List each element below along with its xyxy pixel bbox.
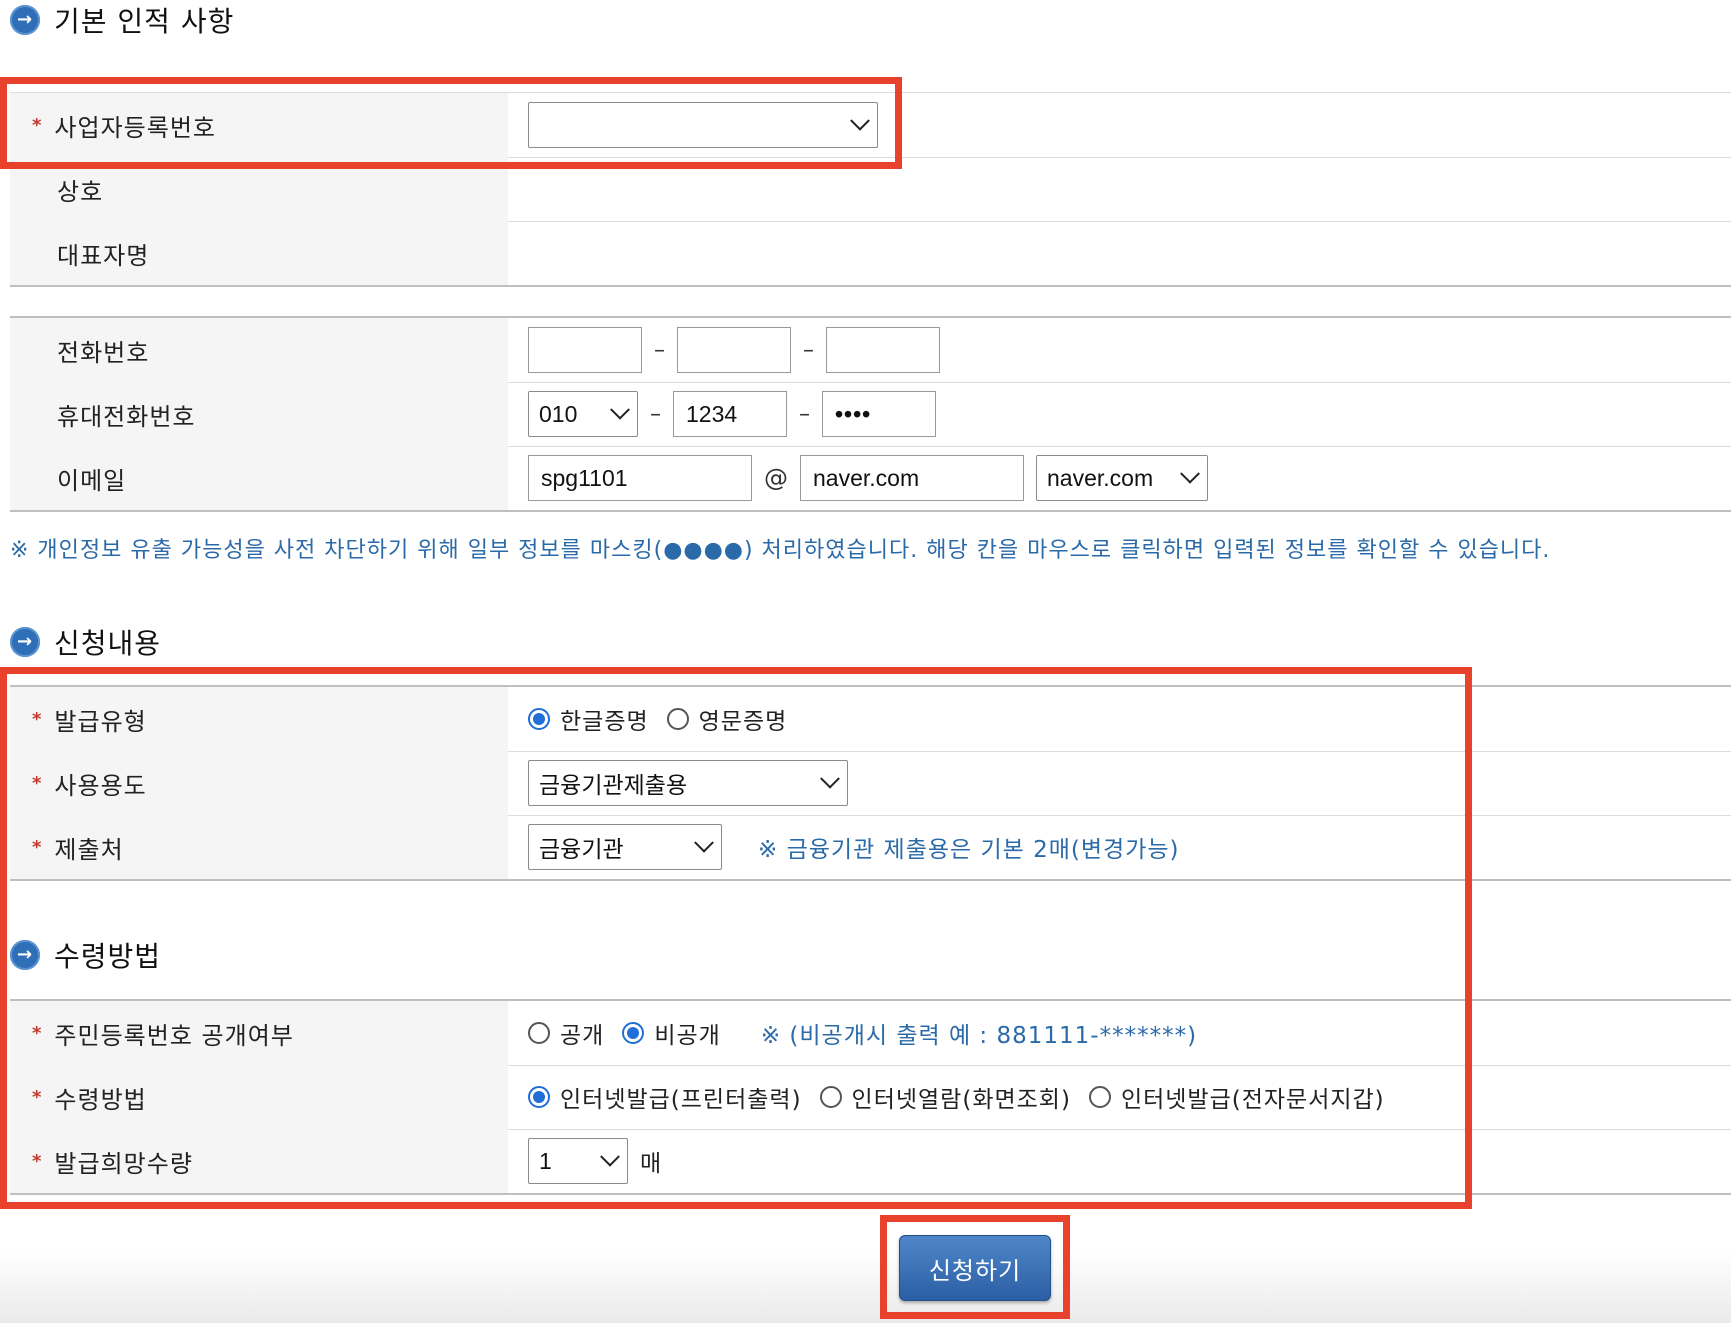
chevron-down-icon <box>1180 463 1200 484</box>
chevron-down-icon <box>610 399 630 420</box>
arrow-circle-icon <box>10 627 40 657</box>
section-basic-title: 기본 인적 사항 <box>10 0 234 40</box>
privacy-note: ※ 개인정보 유출 가능성을 사전 차단하기 위해 일부 정보를 마스킹(●●●… <box>10 538 1551 563</box>
bottom-shadow <box>0 1250 1731 1323</box>
email-at-sign: @ <box>764 464 788 492</box>
highlight-apply-section <box>0 667 1472 1209</box>
section-apply-title: 신청내용 <box>10 622 161 662</box>
mobile-prefix-select[interactable]: 010 <box>528 391 638 437</box>
phone-part-2[interactable] <box>677 327 791 373</box>
mobile-middle-input[interactable]: 1234 <box>673 391 787 437</box>
highlight-submit <box>880 1215 1070 1319</box>
row-phone: 전화번호 – – <box>10 318 1731 383</box>
email-domain-input[interactable]: naver.com <box>800 455 1024 501</box>
highlight-biz-no <box>0 77 902 169</box>
label-rep: 대표자명 <box>10 221 508 285</box>
row-email: 이메일 spg1101 @ naver.com naver.com <box>10 446 1731 512</box>
email-id-input[interactable]: spg1101 <box>528 455 752 501</box>
row-rep: 대표자명 <box>10 221 1731 287</box>
row-mobile: 휴대전화번호 010 – 1234 – •••• <box>10 382 1731 447</box>
arrow-circle-icon <box>10 5 40 35</box>
phone-part-3[interactable] <box>826 327 940 373</box>
phone-part-1[interactable] <box>528 327 642 373</box>
label-mobile: 휴대전화번호 <box>10 382 508 446</box>
label-phone: 전화번호 <box>10 318 508 382</box>
label-email: 이메일 <box>10 446 508 510</box>
email-domain-select[interactable]: naver.com <box>1036 455 1208 501</box>
mobile-last-input[interactable]: •••• <box>822 391 936 437</box>
